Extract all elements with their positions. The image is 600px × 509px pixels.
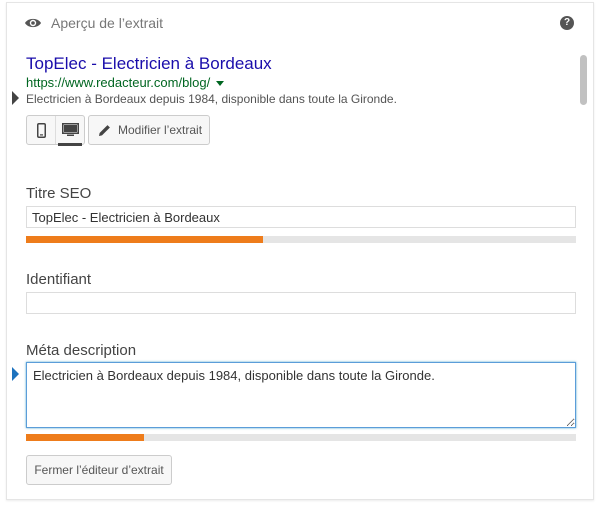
device-toggle xyxy=(26,115,85,146)
description-marker-icon xyxy=(12,91,19,105)
scrollbar-thumb[interactable] xyxy=(580,55,587,105)
preview-title-link[interactable]: TopElec - Electricien à Bordeaux xyxy=(26,54,272,74)
seo-title-label: Titre SEO xyxy=(26,185,92,202)
seo-title-progress-fill xyxy=(26,236,263,243)
seo-title-input[interactable] xyxy=(26,206,576,228)
preview-description: Electricien à Bordeaux depuis 1984, disp… xyxy=(26,92,397,106)
desktop-preview-button[interactable] xyxy=(55,116,84,146)
modify-snippet-label: Modifier l’extrait xyxy=(118,123,203,137)
pencil-icon xyxy=(98,124,111,137)
modify-snippet-button[interactable]: Modifier l’extrait xyxy=(88,115,210,145)
eye-icon xyxy=(25,18,41,28)
scrollbar[interactable] xyxy=(580,51,587,499)
meta-description-label: Méta description xyxy=(26,342,137,359)
snippet-editor-panel: Aperçu de l’extrait ? TopElec - Electric… xyxy=(6,2,594,500)
preview-url-text: https://www.redacteur.com/blog/ xyxy=(26,75,211,90)
help-icon[interactable]: ? xyxy=(560,16,574,30)
slug-input[interactable] xyxy=(26,292,576,314)
meta-marker-icon xyxy=(12,367,19,381)
slug-label: Identifiant xyxy=(26,271,92,288)
close-editor-button[interactable]: Fermer l’éditeur d’extrait xyxy=(26,455,172,485)
preview-url: https://www.redacteur.com/blog/ xyxy=(26,75,225,90)
meta-description-progress xyxy=(26,434,576,441)
panel-header[interactable]: Aperçu de l’extrait ? xyxy=(7,3,593,41)
url-dropdown-icon[interactable] xyxy=(216,81,225,87)
meta-description-progress-fill xyxy=(26,434,145,441)
header-title: Aperçu de l’extrait xyxy=(51,15,164,31)
seo-title-progress xyxy=(26,236,576,243)
mobile-preview-button[interactable] xyxy=(27,116,55,144)
mobile-icon xyxy=(36,122,46,138)
desktop-icon xyxy=(61,123,79,136)
meta-description-textarea[interactable]: Electricien à Bordeaux depuis 1984, disp… xyxy=(26,362,576,428)
